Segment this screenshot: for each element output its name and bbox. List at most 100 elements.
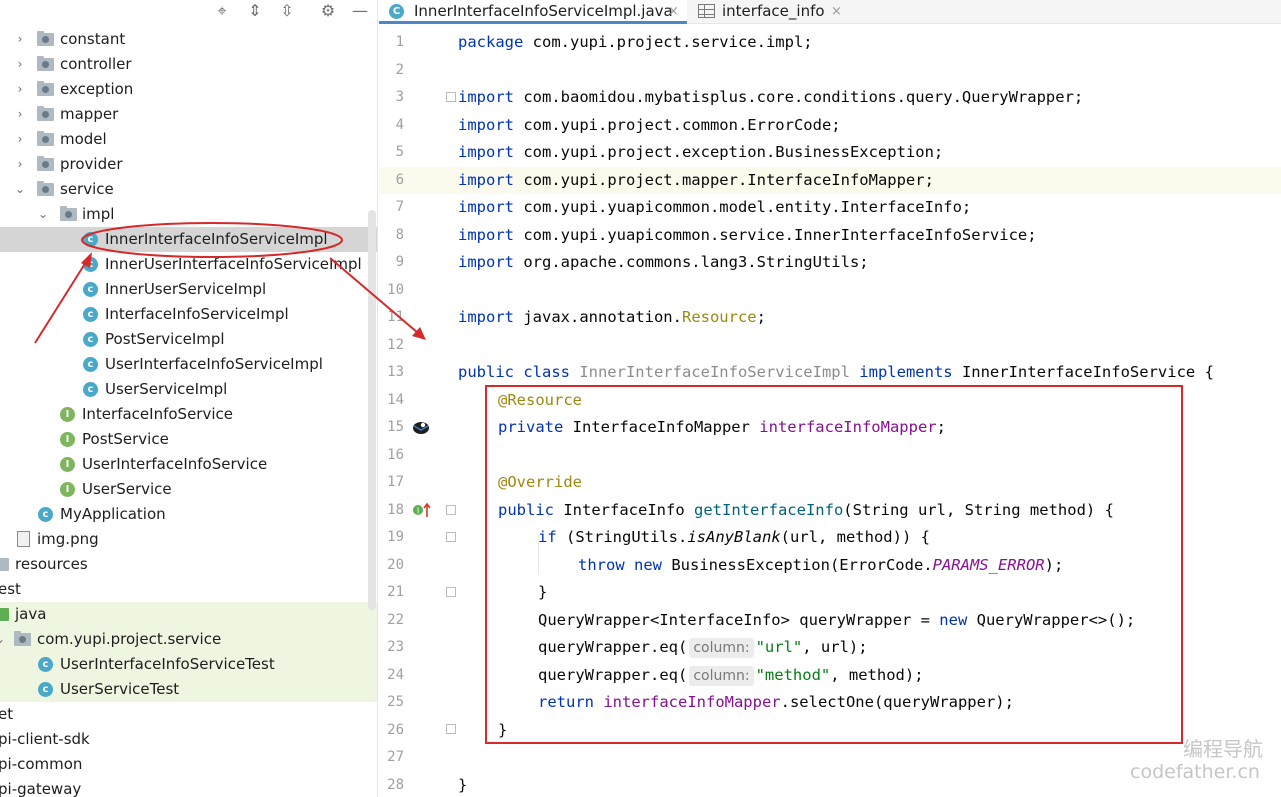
tree-item-java[interactable]: java <box>0 602 377 627</box>
tree-item-label: InnerUserInterfaceInfoServiceImpl <box>105 255 362 273</box>
code-line: 13 public class InnerInterfaceInfoServic… <box>379 359 1281 386</box>
tree-item-img-png[interactable]: img.png <box>0 527 377 552</box>
tree-item-my-application[interactable]: c MyApplication <box>0 502 377 527</box>
chevron-down-icon[interactable]: ⌄ <box>0 630 6 648</box>
code-text: import com.yupi.project.mapper.Interface… <box>458 170 934 189</box>
code-line: 5 import com.yupi.project.exception.Busi… <box>379 139 1281 166</box>
tab-interface-info[interactable]: interface_info × <box>689 0 849 24</box>
tree-item-interface-info-service[interactable]: I InterfaceInfoService <box>0 402 377 427</box>
project-tool-window: ⌖ ⇕ ⇳ ⚙ — › constant › controller › exce… <box>0 0 378 797</box>
line-number: 15 <box>387 419 404 435</box>
collapse-all-icon[interactable]: ⇳ <box>277 1 297 21</box>
chevron-down-icon[interactable]: ⌄ <box>37 205 49 223</box>
tab-inner-interface-info-service-impl[interactable]: C InnerInterfaceInfoServiceImpl.java × <box>379 0 687 24</box>
close-icon[interactable]: × <box>668 1 679 22</box>
tree-item-service[interactable]: ⌄ service <box>0 177 377 202</box>
chevron-right-icon[interactable]: › <box>14 30 26 48</box>
tree-item-user-service[interactable]: I UserService <box>0 477 377 502</box>
tree-item-label: pi-gateway <box>0 780 82 797</box>
line-number: 7 <box>395 199 404 215</box>
tree-item-model[interactable]: › model <box>0 127 377 152</box>
tree-item-client-sdk[interactable]: pi-client-sdk <box>0 727 377 752</box>
tree-item-mapper[interactable]: › mapper <box>0 102 377 127</box>
tree-item-controller[interactable]: › controller <box>0 52 377 77</box>
code-text: package com.yupi.project.service.impl; <box>458 33 813 51</box>
minimize-icon[interactable]: — <box>350 1 370 21</box>
tree-item-user-interface-info-service-impl[interactable]: c UserInterfaceInfoServiceImpl <box>0 352 377 377</box>
code-line: 7 import com.yupi.yuapicommon.model.enti… <box>379 194 1281 221</box>
tree-item-provider[interactable]: › provider <box>0 152 377 177</box>
tree-item-label: com.yupi.project.service <box>37 630 222 648</box>
close-icon[interactable]: × <box>831 1 842 22</box>
tree-item-label: exception <box>60 80 134 98</box>
line-number: 16 <box>387 446 404 463</box>
tree-item-inner-interface-info-service-impl[interactable]: c InnerInterfaceInfoServiceImpl <box>0 227 377 252</box>
chevron-right-icon[interactable]: › <box>14 105 26 123</box>
line-number: 4 <box>395 116 404 133</box>
tree-item-user-interface-info-service[interactable]: I UserInterfaceInfoService <box>0 452 377 477</box>
fold-marker-icon[interactable] <box>446 587 456 597</box>
code-text: public class InnerInterfaceInfoServiceIm… <box>458 363 1214 381</box>
fold-marker-icon[interactable] <box>446 92 456 102</box>
tree-item-gateway[interactable]: pi-gateway <box>0 777 377 797</box>
tree-item-test[interactable]: est <box>0 577 377 602</box>
tree-item-label: pi-client-sdk <box>0 730 90 748</box>
fold-marker-icon[interactable] <box>446 505 456 515</box>
test-class-icon: c <box>38 657 53 672</box>
gear-icon[interactable]: ⚙ <box>318 1 338 21</box>
chevron-right-icon[interactable]: › <box>14 80 26 98</box>
chevron-right-icon[interactable]: › <box>14 130 26 148</box>
line-number: 25 <box>387 694 404 710</box>
tab-label: interface_info <box>722 2 825 20</box>
tree-item-label: UserServiceImpl <box>105 380 228 398</box>
line-number: 20 <box>387 556 404 573</box>
tree-item-com-yupi-project-service[interactable]: ⌄ com.yupi.project.service <box>0 627 377 652</box>
folder-package-icon <box>37 156 54 171</box>
fold-marker-icon[interactable] <box>446 532 456 542</box>
code-line: 3 import com.baomidou.mybatisplus.core.c… <box>379 84 1281 111</box>
code-line-current: 6 import com.yupi.project.mapper.Interfa… <box>379 166 1281 194</box>
line-number: 27 <box>387 749 404 765</box>
implements-method-icon[interactable]: I <box>412 501 434 519</box>
tree-item-inner-user-service-impl[interactable]: c InnerUserServiceImpl <box>0 277 377 302</box>
tree-item-label: InnerInterfaceInfoServiceImpl <box>105 230 328 248</box>
code-line: 4 import com.yupi.project.common.ErrorCo… <box>379 112 1281 139</box>
folder-package-icon <box>37 56 54 71</box>
tree-item-label: constant <box>60 30 126 48</box>
tree-item-inner-user-interface-info-service-impl[interactable]: c InnerUserInterfaceInfoServiceImpl <box>0 252 377 277</box>
code-line: 12 <box>379 332 1281 359</box>
tree-scrollbar[interactable] <box>368 210 376 610</box>
tree-item-interface-info-service-impl[interactable]: c InterfaceInfoServiceImpl <box>0 302 377 327</box>
folder-package-icon <box>37 106 54 121</box>
class-icon: c <box>83 357 98 372</box>
chevron-right-icon[interactable]: › <box>14 155 26 173</box>
line-number: 14 <box>387 391 404 408</box>
tree-item-exception[interactable]: › exception <box>0 77 377 102</box>
interface-icon: I <box>60 432 75 447</box>
code-text: } <box>458 775 468 794</box>
tree-item-resources[interactable]: resources <box>0 552 377 577</box>
target-icon[interactable]: ⌖ <box>212 1 232 21</box>
line-number: 13 <box>387 364 404 380</box>
tree-item-user-service-test[interactable]: c UserServiceTest <box>0 677 377 702</box>
mybatis-bird-icon[interactable] <box>412 418 430 436</box>
tree-item-common[interactable]: pi-common <box>0 752 377 777</box>
line-number: 6 <box>395 171 404 188</box>
fold-marker-icon[interactable] <box>446 724 456 734</box>
tree-item-post-service[interactable]: I PostService <box>0 427 377 452</box>
tree-item-label: UserServiceTest <box>60 680 180 698</box>
tree-item-label: et <box>0 705 14 723</box>
chevron-down-icon[interactable]: ⌄ <box>14 180 26 198</box>
tree-item-user-service-impl[interactable]: c UserServiceImpl <box>0 377 377 402</box>
expand-all-icon[interactable]: ⇕ <box>245 1 265 21</box>
code-text: import javax.annotation.Resource; <box>458 308 766 326</box>
tree-item-target[interactable]: et <box>0 702 377 727</box>
tree-item-constant[interactable]: › constant <box>0 27 377 52</box>
table-icon <box>698 4 715 18</box>
tree-item-impl[interactable]: ⌄ impl <box>0 202 377 227</box>
tree-item-user-interface-info-service-test[interactable]: c UserInterfaceInfoServiceTest <box>0 652 377 677</box>
chevron-right-icon[interactable]: › <box>14 55 26 73</box>
tree-item-post-service-impl[interactable]: c PostServiceImpl <box>0 327 377 352</box>
watermark-url: codefather.cn <box>1130 761 1260 783</box>
line-number: 11 <box>387 309 404 325</box>
